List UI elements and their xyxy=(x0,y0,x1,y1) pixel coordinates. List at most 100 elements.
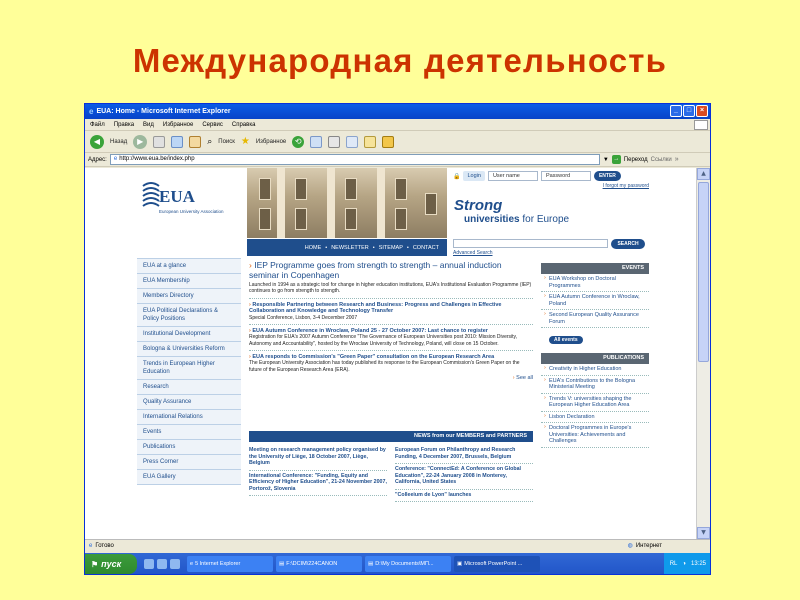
site-search-button[interactable]: SEARCH xyxy=(611,239,645,249)
start-button[interactable]: ⚑ пуск xyxy=(85,554,137,574)
login-label[interactable]: Login xyxy=(463,171,485,181)
forward-arrow-icon[interactable]: ▶ xyxy=(133,134,148,149)
history-icon[interactable]: ⟲ xyxy=(292,135,305,148)
username-input[interactable]: User name xyxy=(487,171,538,181)
back-arrow-icon[interactable]: ◀ xyxy=(90,134,104,149)
taskbar-task[interactable]: ▣ Microsoft PowerPoint ... xyxy=(454,556,540,572)
member-news-item[interactable]: Meeting on research management policy or… xyxy=(249,445,387,471)
favorites-button[interactable]: Избранное xyxy=(256,139,286,145)
left-nav-item[interactable]: EUA at a glance xyxy=(137,258,241,274)
quick-launch-ie-icon[interactable] xyxy=(144,559,154,569)
event-item[interactable]: EUA Autumn Conference in Wroclaw, Poland xyxy=(541,292,649,310)
news-headline[interactable]: › IEP Programme goes from strength to st… xyxy=(249,260,533,280)
left-nav-item[interactable]: EUA Membership xyxy=(137,274,241,289)
scroll-up-icon[interactable]: ▲ xyxy=(697,168,710,180)
scroll-down-icon[interactable]: ▼ xyxy=(697,527,710,539)
home-icon[interactable] xyxy=(189,135,202,148)
edit-icon[interactable] xyxy=(346,135,359,148)
news-headline-text: IEP Programme goes from strength to stre… xyxy=(249,260,502,280)
folder-icon[interactable] xyxy=(364,135,377,148)
nav-sitemap[interactable]: SITEMAP xyxy=(379,245,403,251)
news-item-title[interactable]: › Responsible Partnering between Researc… xyxy=(249,302,533,315)
left-nav-item[interactable]: Quality Assurance xyxy=(137,395,241,410)
refresh-icon[interactable] xyxy=(171,135,184,148)
nav-contact[interactable]: CONTACT xyxy=(413,245,439,251)
taskbar-task[interactable]: ▤ D:\My Documents\МП... xyxy=(365,556,451,572)
site-search: SEARCH Advanced Search xyxy=(453,239,649,256)
password-input[interactable]: Password xyxy=(540,171,591,181)
advanced-search-link[interactable]: Advanced Search xyxy=(453,250,492,256)
menu-favorites[interactable]: Избранное xyxy=(163,122,193,128)
go-button[interactable]: Переход xyxy=(624,157,648,163)
left-nav-item[interactable]: Members Directory xyxy=(137,289,241,304)
taskbar-task[interactable]: e5 Internet Explorer xyxy=(187,556,273,572)
site-search-input[interactable] xyxy=(453,239,608,248)
logo-text: EUA xyxy=(159,187,195,206)
language-indicator[interactable]: RL xyxy=(670,561,678,567)
see-all-link[interactable]: › See all xyxy=(249,375,533,381)
forgot-password-link[interactable]: I forgot my password xyxy=(603,183,649,189)
maximize-button[interactable]: □ xyxy=(683,105,695,117)
publication-item[interactable]: Lisbon Declaration xyxy=(541,412,649,423)
enter-button[interactable]: ENTER xyxy=(593,171,621,181)
minimize-button[interactable]: _ xyxy=(670,105,682,117)
menu-edit[interactable]: Правка xyxy=(114,122,134,128)
menu-view[interactable]: Вид xyxy=(143,122,154,128)
member-news-item[interactable]: "Colleeium de Lyon" launches xyxy=(395,490,533,502)
quick-launch-media-icon[interactable] xyxy=(170,559,180,569)
favorites-star-icon[interactable]: ★ xyxy=(241,136,250,147)
left-nav-item[interactable]: EUA Gallery xyxy=(137,470,241,485)
search-button[interactable]: Поиск xyxy=(218,139,235,145)
left-nav-item[interactable]: Trends in European Higher Education xyxy=(137,357,241,380)
eua-website: EUA European University Association 🔒 Lo… xyxy=(137,168,649,539)
menu-tools[interactable]: Сервис xyxy=(202,122,223,128)
left-nav-item[interactable]: International Relations xyxy=(137,410,241,425)
member-news-item[interactable]: European Forum on Philanthropy and Resea… xyxy=(395,445,533,464)
members-news-bar: NEWS from our MEMBERS and PARTNERS xyxy=(249,431,533,442)
publication-item[interactable]: Doctoral Programmes in Europe's Universi… xyxy=(541,423,649,448)
stop-icon[interactable] xyxy=(153,135,166,148)
publication-item[interactable]: EUA's Contributions to the Bologna Minis… xyxy=(541,376,649,394)
links-button[interactable]: Ссылки xyxy=(651,157,672,163)
slogan-universities: universities xyxy=(464,214,520,225)
links-chevron-icon[interactable]: » xyxy=(675,156,679,163)
address-dropdown-icon[interactable]: ▼ xyxy=(603,157,609,163)
left-nav-item[interactable]: Publications xyxy=(137,440,241,455)
left-nav-item[interactable]: Press Corner xyxy=(137,455,241,470)
taskbar-task[interactable]: ▤ F:\DCIM\224CANON xyxy=(276,556,362,572)
tray-icon[interactable]: ◑ xyxy=(682,561,686,567)
print-icon[interactable] xyxy=(328,135,341,148)
folder-task-icon: ▤ xyxy=(279,561,285,567)
go-arrow-icon[interactable]: → xyxy=(611,155,621,164)
menu-help[interactable]: Справка xyxy=(232,122,256,128)
nav-newsletter[interactable]: NEWSLETTER xyxy=(331,245,369,251)
publication-item[interactable]: Creativity in Higher Education xyxy=(541,364,649,376)
scroll-thumb[interactable] xyxy=(698,182,709,362)
event-item[interactable]: EUA Workshop on Doctoral Programmes xyxy=(541,274,649,292)
member-news-item[interactable]: International Conference: "Funding, Equi… xyxy=(249,471,387,496)
messenger-icon[interactable] xyxy=(382,135,395,148)
all-events-button[interactable]: All events xyxy=(549,336,583,344)
left-nav-item[interactable]: Events xyxy=(137,425,241,440)
event-item[interactable]: Second European Quality Assurance Forum xyxy=(541,310,649,328)
left-nav-item[interactable]: Bologna & Universities Reform xyxy=(137,342,241,357)
mail-icon[interactable] xyxy=(310,135,323,148)
quick-launch-desktop-icon[interactable] xyxy=(157,559,167,569)
member-news-item[interactable]: Conference: "ConnectEd: A Conference on … xyxy=(395,464,533,490)
search-icon[interactable]: ⌕ xyxy=(207,136,212,147)
close-button[interactable]: × xyxy=(696,105,708,117)
nav-sep-3: • xyxy=(406,244,409,251)
eua-logo[interactable]: EUA European University Association xyxy=(137,176,245,224)
left-nav-item[interactable]: Institutional Development xyxy=(137,327,241,342)
browser-window: e EUA: Home - Microsoft Internet Explore… xyxy=(84,103,711,575)
nav-home[interactable]: HOME xyxy=(305,245,322,251)
address-input[interactable]: e http://www.eua.be/index.php xyxy=(109,154,600,165)
menu-file[interactable]: Файл xyxy=(90,122,105,128)
window-titlebar[interactable]: e EUA: Home - Microsoft Internet Explore… xyxy=(85,104,710,119)
vertical-scrollbar[interactable]: ▲ ▼ xyxy=(696,168,710,539)
globe-icon: ◍ xyxy=(627,543,633,549)
left-nav-item[interactable]: EUA Political Declarations & Policy Posi… xyxy=(137,304,241,327)
publication-item[interactable]: Trends V: universities shaping the Europ… xyxy=(541,394,649,412)
left-nav-item[interactable]: Research xyxy=(137,380,241,395)
back-button[interactable]: Назад xyxy=(110,139,127,145)
